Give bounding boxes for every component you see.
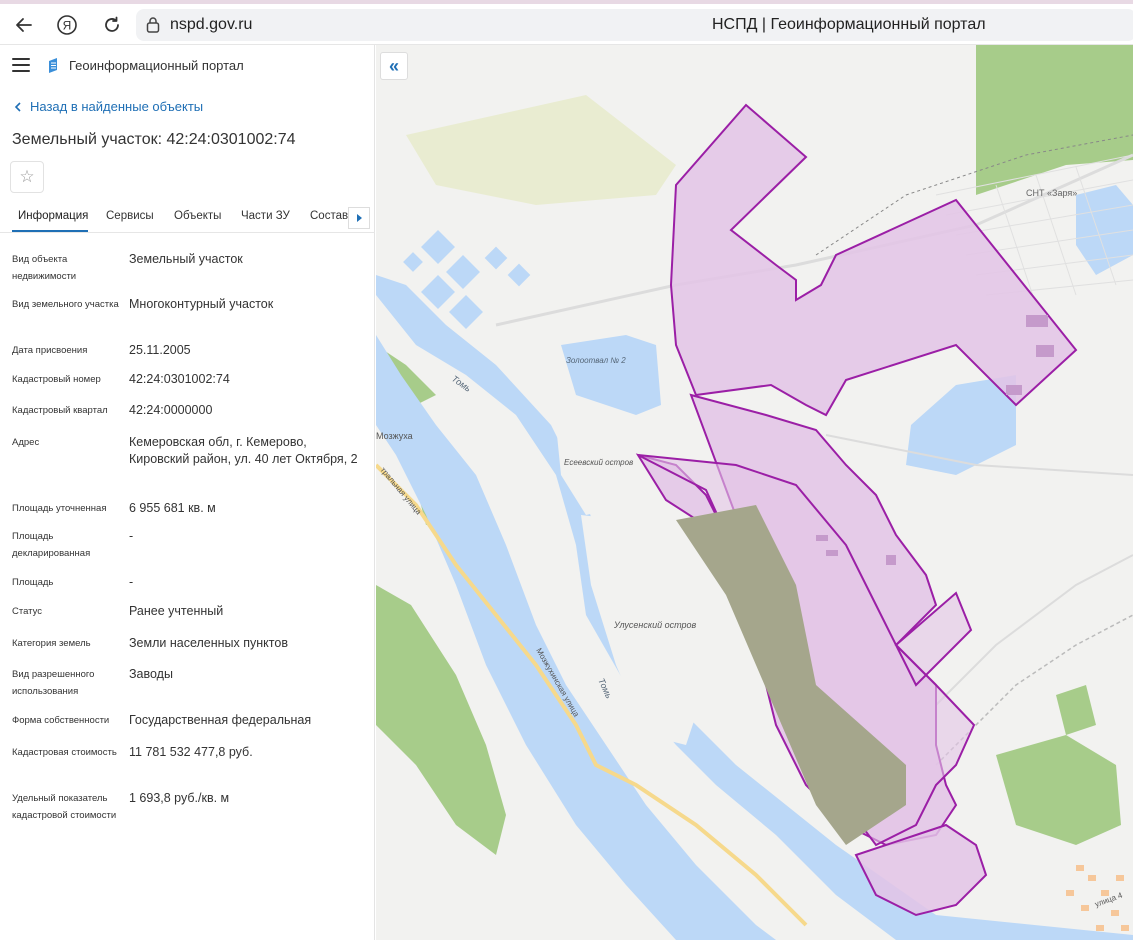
- url-text: nspd.gov.ru: [170, 16, 253, 33]
- field-label: Площадь уточненная: [12, 503, 107, 514]
- field-label: Удельный показатель кадастровой стоимост…: [12, 793, 117, 821]
- field-value: Многоконтурный участок: [129, 297, 274, 311]
- field-label: Вид земельного участка: [12, 299, 119, 310]
- browser-toolbar: Я nspd.gov.ru НСПД | Геоинформационный п…: [0, 4, 1133, 45]
- favorite-button[interactable]: ☆: [10, 161, 44, 193]
- field-label: Форма собственности: [12, 715, 110, 726]
- field-label: Адрес: [12, 437, 40, 448]
- field-value: 11 781 532 477,8 руб.: [129, 745, 253, 759]
- field-label: Статус: [12, 606, 43, 617]
- tab-services[interactable]: Сервисы: [106, 210, 154, 222]
- portal-name: Геоинформационный портал: [69, 58, 244, 73]
- collapse-panel-button[interactable]: «: [380, 52, 408, 80]
- caret-right-icon: [357, 214, 362, 222]
- field-value: -: [129, 575, 134, 589]
- back-arrow-icon[interactable]: [11, 12, 37, 38]
- chevron-left-icon: [14, 101, 21, 112]
- page-title: НСПД | Геоинформационный портал: [712, 16, 986, 33]
- field-value: 1 693,8 руб./кв. м: [129, 791, 230, 805]
- star-icon: ☆: [19, 167, 35, 186]
- map-label-mozhukha: Мозжуха: [376, 431, 413, 441]
- address-bar[interactable]: nspd.gov.ru НСПД | Геоинформационный пор…: [136, 9, 1133, 41]
- field-label: Площадь декларированная: [12, 531, 91, 559]
- map-label-snt: СНТ «Заря»: [1026, 188, 1077, 198]
- map-label-eseev-island: Есеевский остров: [564, 458, 633, 467]
- field-value: 25.11.2005: [129, 343, 191, 357]
- info-sidebar: Геоинформационный портал Назад в найденн…: [0, 45, 375, 940]
- tab-information[interactable]: Информация: [18, 210, 88, 222]
- field-value: Ранее учтенный: [129, 604, 224, 618]
- double-chevron-left-icon: «: [388, 55, 399, 76]
- yandex-icon[interactable]: Я: [54, 12, 80, 38]
- menu-icon[interactable]: [12, 58, 30, 72]
- tabs-scroll-right-button[interactable]: [348, 207, 370, 229]
- field-value: Земли населенных пунктов: [129, 636, 288, 650]
- tabs-bar: Информация Сервисы Объекты Части ЗУ Сост…: [0, 203, 375, 233]
- back-to-results-link[interactable]: Назад в найденные объекты: [14, 99, 203, 114]
- map-canvas[interactable]: СНТ «Заря» Золоотвал № 2 Томь Томь Есеев…: [376, 45, 1133, 940]
- field-label: Кадастровый квартал: [12, 405, 108, 416]
- tab-parts[interactable]: Части ЗУ: [241, 210, 290, 222]
- field-label: Кадастровая стоимость: [12, 747, 117, 758]
- field-label: Вид объекта недвижимости: [12, 254, 77, 282]
- reload-icon[interactable]: [99, 12, 125, 38]
- map-label-ash-dump: Золоотвал № 2: [566, 356, 626, 365]
- field-value: 42:24:0301002:74: [129, 372, 230, 386]
- field-value: 6 955 681 кв. м: [129, 501, 216, 515]
- field-label: Категория земель: [12, 638, 91, 649]
- map-view[interactable]: « СНТ «Заря» Золоотвал № 2 Томь Томь Есе…: [376, 45, 1133, 940]
- object-title: Земельный участок: 42:24:0301002:74: [12, 131, 296, 148]
- tab-composition[interactable]: Состав: [310, 210, 348, 222]
- field-value: Земельный участок: [129, 252, 243, 266]
- tab-objects[interactable]: Объекты: [174, 210, 221, 222]
- map-label-ulus-island: Улусенский остров: [613, 620, 697, 630]
- field-value: Государственная федеральная: [129, 713, 312, 727]
- field-value: 42:24:0000000: [129, 403, 213, 417]
- active-tab-indicator: [12, 230, 88, 232]
- back-link-label: Назад в найденные объекты: [30, 99, 204, 114]
- field-label: Площадь: [12, 577, 54, 588]
- field-label: Вид разрешенного использования: [12, 669, 95, 697]
- svg-text:Я: Я: [63, 19, 72, 33]
- portal-logo-icon: [46, 57, 62, 73]
- field-value: Заводы: [129, 667, 173, 681]
- field-value: Кемеровская обл, г. Кемерово, Кировский …: [129, 435, 358, 466]
- field-value: -: [129, 529, 134, 543]
- field-label: Кадастровый номер: [12, 374, 101, 385]
- lock-icon: [146, 16, 160, 38]
- field-label: Дата присвоения: [12, 345, 88, 356]
